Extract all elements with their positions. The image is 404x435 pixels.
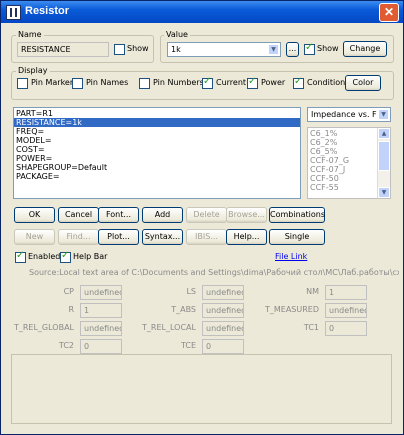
- plot-type-select[interactable]: Impedance vs. F ▼: [307, 107, 391, 122]
- list-item[interactable]: COST=: [14, 145, 300, 154]
- plot-type-text: Impedance vs. F: [311, 110, 377, 119]
- font-button[interactable]: Font...: [98, 207, 139, 223]
- param-label: CP: [63, 287, 74, 296]
- close-button[interactable]: ✕: [379, 3, 399, 22]
- color-button[interactable]: Color: [345, 75, 381, 91]
- cancel-button[interactable]: Cancel: [58, 207, 99, 223]
- model-list[interactable]: C6_1% C6_2% C6_5% CCF-07_G CCF-07_J CCF-50 CCF…: [307, 127, 391, 199]
- help-bar-label: Help Bar: [73, 252, 108, 261]
- param-label: T_REL_GLOBAL: [13, 323, 74, 332]
- display-label: Condition: [307, 78, 346, 87]
- param-label: R: [68, 305, 74, 314]
- list-item[interactable]: PART=R1: [14, 109, 300, 118]
- param-label: T_MEASURED: [264, 305, 319, 314]
- display-label: Current: [216, 78, 247, 87]
- resistor-app-icon: [6, 5, 21, 20]
- scroll-thumb[interactable]: [378, 141, 390, 171]
- add-button[interactable]: Add: [142, 207, 183, 223]
- param-field[interactable]: undefined: [202, 303, 244, 318]
- display-checkbox-condition[interactable]: [293, 76, 304, 89]
- name-show-label: Show: [127, 44, 149, 53]
- param-label: T_REL_LOCAL: [142, 323, 196, 332]
- display-checkbox-pin-numbers[interactable]: [139, 78, 150, 89]
- file-link[interactable]: File Link: [275, 252, 307, 261]
- ibis-button[interactable]: IBIS...: [186, 229, 227, 245]
- model-scrollbar[interactable]: ▲ ▼: [377, 128, 390, 198]
- display-checkbox-pin-markers[interactable]: [17, 78, 28, 89]
- list-item[interactable]: FREQ=: [14, 127, 300, 136]
- help-button[interactable]: Help...: [226, 229, 267, 245]
- param-field[interactable]: 1: [80, 303, 122, 318]
- display-checkbox-power[interactable]: [247, 76, 258, 89]
- display-checkbox-current[interactable]: [202, 76, 213, 89]
- param-label: TC2: [58, 341, 74, 350]
- param-field[interactable]: 0: [80, 339, 122, 354]
- param-field[interactable]: undefined: [80, 285, 122, 300]
- list-item[interactable]: PACKAGE=: [14, 172, 300, 181]
- param-label: LS: [186, 287, 196, 296]
- combinations-button[interactable]: Combinations: [269, 207, 325, 223]
- param-field[interactable]: 1: [325, 285, 367, 300]
- attribute-rows: PART=R1 RESISTANCE=1k FREQ= MODEL= COST= POWE…: [14, 108, 300, 181]
- param-field[interactable]: undefined: [202, 321, 244, 336]
- display-label: Pin Markers: [31, 78, 78, 87]
- param-field[interactable]: 0: [202, 339, 244, 354]
- attribute-list[interactable]: PART=R1 RESISTANCE=1k FREQ= MODEL= COST= POWE…: [13, 107, 301, 199]
- name-group-label: Name: [16, 30, 44, 39]
- param-label: TCE: [180, 341, 196, 350]
- display-group-label: Display: [16, 66, 50, 75]
- syntax-button[interactable]: Syntax...: [142, 229, 183, 245]
- param-label: TC1: [303, 323, 319, 332]
- help-bar-area: [11, 354, 392, 424]
- scroll-down-icon[interactable]: ▼: [378, 187, 390, 198]
- title-bar[interactable]: Resistor ✕: [1, 1, 403, 23]
- param-field[interactable]: undefined: [325, 303, 367, 318]
- list-item[interactable]: RESISTANCE=1k: [14, 118, 300, 127]
- browse-button[interactable]: Browse...: [226, 207, 267, 223]
- name-show-checkbox[interactable]: [114, 44, 125, 55]
- list-item[interactable]: SHAPEGROUP=Default: [14, 163, 300, 172]
- display-label: Power: [261, 78, 286, 87]
- chevron-down-icon[interactable]: ▼: [378, 109, 389, 120]
- chevron-down-icon[interactable]: ▼: [268, 44, 279, 55]
- name-field[interactable]: RESISTANCE: [17, 42, 109, 57]
- find-button[interactable]: Find...: [58, 229, 99, 245]
- resistor-dialog: Resistor ✕ Name RESISTANCE Show Value 1k…: [0, 0, 404, 435]
- scroll-up-icon[interactable]: ▲: [378, 128, 390, 139]
- delete-button[interactable]: Delete: [186, 207, 227, 223]
- value-show-label: Show: [317, 44, 339, 53]
- display-label: Pin Numbers: [153, 78, 204, 87]
- ok-button[interactable]: OK: [14, 207, 55, 223]
- display-checkbox-pin-names[interactable]: [72, 78, 83, 89]
- value-ellipsis-button[interactable]: ...: [286, 42, 299, 57]
- enabled-label: Enabled: [28, 252, 61, 261]
- new-button[interactable]: New: [14, 229, 55, 245]
- value-group-label: Value: [164, 30, 190, 39]
- param-label: T_ABS: [171, 305, 196, 314]
- param-field[interactable]: undefined: [80, 321, 122, 336]
- change-button[interactable]: Change: [343, 41, 387, 57]
- enabled-checkbox[interactable]: [15, 250, 26, 263]
- param-label: NM: [306, 287, 319, 296]
- list-item[interactable]: MODEL=: [14, 136, 300, 145]
- value-show-checkbox[interactable]: [304, 42, 315, 55]
- plot-button[interactable]: Plot...: [98, 229, 139, 245]
- source-text: Source:Local text area of C:\Documents a…: [29, 268, 399, 277]
- window-title: Resistor: [25, 5, 70, 17]
- value-combo-text: 1k: [171, 45, 181, 54]
- param-field[interactable]: 0: [325, 321, 367, 336]
- param-field[interactable]: undefined: [202, 285, 244, 300]
- list-item[interactable]: POWER=: [14, 154, 300, 163]
- value-combo[interactable]: 1k ▼: [167, 42, 281, 57]
- single-button[interactable]: Single: [269, 229, 325, 245]
- display-label: Pin Names: [86, 78, 129, 87]
- help-bar-checkbox[interactable]: [60, 250, 71, 263]
